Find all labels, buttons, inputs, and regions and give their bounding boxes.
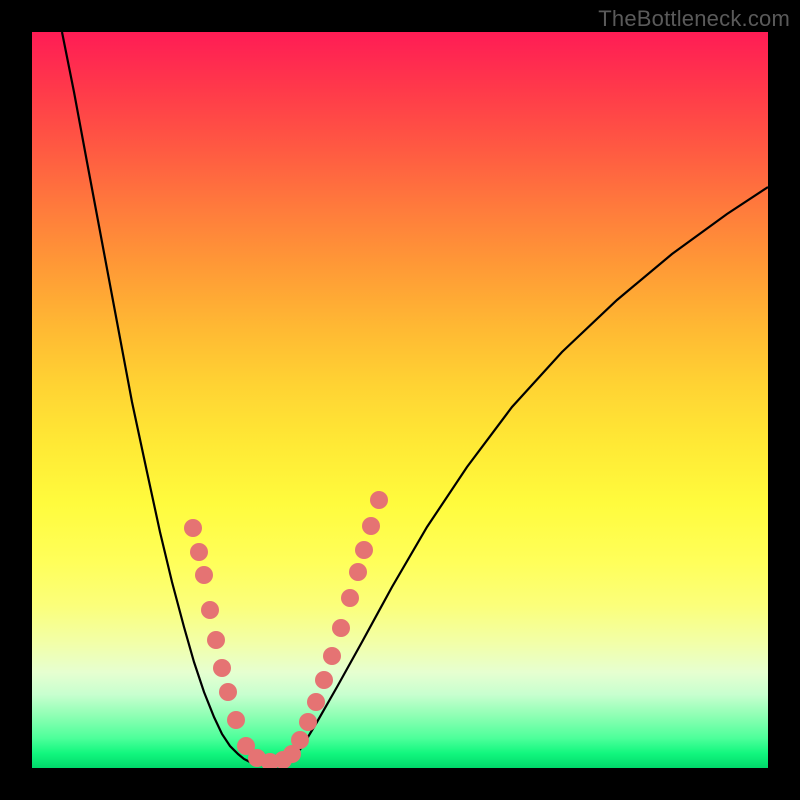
marker-dot xyxy=(362,517,380,535)
marker-dot xyxy=(184,519,202,537)
marker-dot xyxy=(341,589,359,607)
marker-dot xyxy=(219,683,237,701)
marker-dot xyxy=(332,619,350,637)
right-curve xyxy=(290,187,768,762)
marker-dot xyxy=(213,659,231,677)
marker-dot xyxy=(349,563,367,581)
marker-cluster-left xyxy=(184,519,292,768)
watermark-text: TheBottleneck.com xyxy=(598,6,790,32)
marker-cluster-right xyxy=(283,491,388,763)
marker-dot xyxy=(307,693,325,711)
marker-dot xyxy=(190,543,208,561)
marker-dot xyxy=(315,671,333,689)
marker-dot xyxy=(299,713,317,731)
marker-dot xyxy=(370,491,388,509)
curve-group xyxy=(62,32,768,765)
chart-svg xyxy=(32,32,768,768)
marker-dot xyxy=(207,631,225,649)
marker-dot xyxy=(201,601,219,619)
left-curve xyxy=(62,32,250,762)
marker-dot xyxy=(323,647,341,665)
outer-frame: TheBottleneck.com xyxy=(0,0,800,800)
marker-dot xyxy=(227,711,245,729)
marker-dot xyxy=(355,541,373,559)
marker-dot xyxy=(291,731,309,749)
marker-dot xyxy=(195,566,213,584)
